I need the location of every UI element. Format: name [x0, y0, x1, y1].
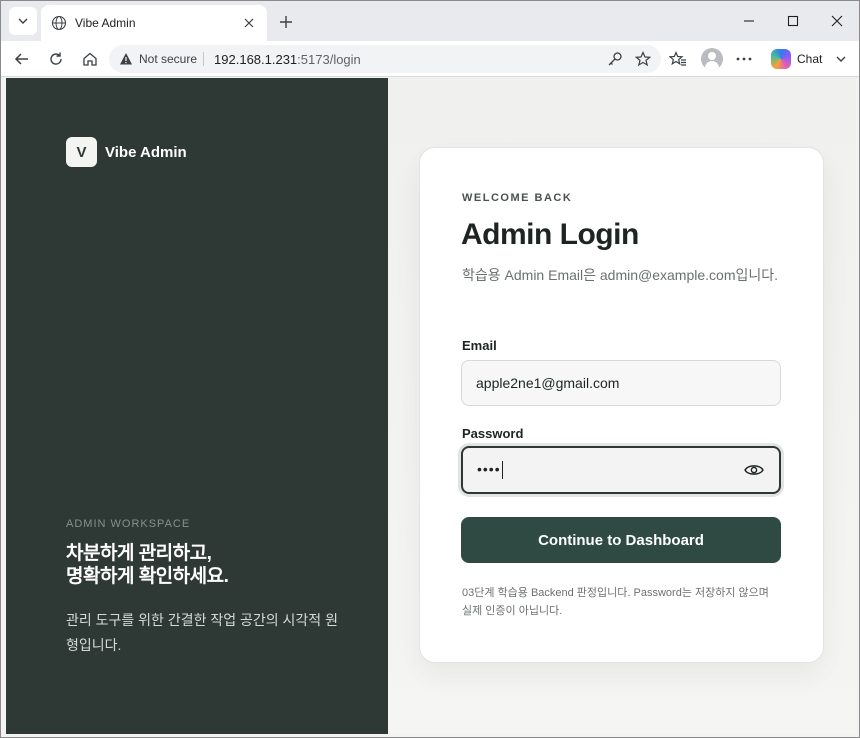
new-tab-button[interactable]	[275, 11, 297, 33]
profile-avatar[interactable]	[701, 48, 723, 70]
hero-tagline: 관리 도구를 위한 간결한 작업 공간의 시각적 원형입니다.	[66, 612, 338, 653]
login-card: WELCOME BACK Admin Login 학습용 Admin Email…	[419, 147, 824, 663]
welcome-eyebrow: WELCOME BACK	[462, 192, 573, 204]
security-label[interactable]: Not secure	[139, 52, 197, 66]
maximize-icon	[787, 15, 799, 27]
active-tab[interactable]: Vibe Admin	[41, 5, 267, 41]
chat-label: Chat	[797, 52, 823, 66]
avatar-body	[705, 61, 719, 70]
maximize-button[interactable]	[781, 9, 805, 33]
key-icon	[608, 52, 622, 66]
login-description: 학습용 Admin Email은 admin@example.com입니다.	[462, 267, 779, 283]
reload-icon	[50, 52, 62, 65]
tab-title: Vibe Admin	[75, 16, 136, 30]
hero-headline-line2: 명확하게 확인하세요.	[66, 566, 229, 587]
password-label: Password	[462, 426, 524, 441]
workspace-eyebrow: ADMIN WORKSPACE	[66, 518, 191, 530]
url-host: 192.168.1.231	[214, 51, 298, 67]
favorites-icon	[669, 51, 686, 66]
email-value: apple2ne1@gmail.com	[476, 375, 620, 391]
url-path: :5173/login	[297, 51, 361, 67]
browser-window: Vibe Admin Not secure 192.168.1.231:517…	[0, 0, 860, 738]
email-field[interactable]: apple2ne1@gmail.com	[461, 360, 781, 406]
password-value: ••••	[477, 460, 743, 480]
copilot-chat-button[interactable]: Chat	[765, 45, 855, 73]
page-viewport: V Vibe Admin ADMIN WORKSPACE 차분하게 관리하고, …	[6, 78, 856, 734]
more-menu-button[interactable]	[731, 46, 757, 72]
email-label: Email	[462, 338, 497, 353]
logo-badge: V	[66, 137, 97, 167]
close-icon	[244, 18, 254, 28]
close-icon	[831, 15, 843, 27]
page-title: Admin Login	[461, 218, 639, 251]
warning-icon	[120, 53, 132, 65]
hero-headline-line1: 차분하게 관리하고,	[66, 543, 212, 564]
home-icon	[83, 52, 97, 66]
globe-icon	[51, 15, 67, 31]
avatar-head	[708, 52, 716, 60]
chevron-down-icon	[836, 56, 846, 62]
tab-list-button[interactable]	[9, 7, 37, 35]
address-bar[interactable]: Not secure 192.168.1.231:5173/login	[109, 45, 661, 73]
back-button[interactable]	[9, 46, 35, 72]
password-masked: ••••	[477, 460, 501, 477]
more-icon	[736, 57, 752, 61]
divider	[203, 52, 205, 66]
plus-icon	[280, 16, 292, 28]
reload-button[interactable]	[43, 46, 69, 72]
bookmark-button[interactable]	[633, 49, 653, 69]
brand-panel: V Vibe Admin ADMIN WORKSPACE 차분하게 관리하고, …	[6, 78, 388, 734]
minimize-icon	[744, 20, 754, 22]
password-field[interactable]: ••••	[461, 446, 781, 494]
close-tab-button[interactable]	[241, 15, 257, 31]
minimize-button[interactable]	[737, 9, 761, 33]
chevron-down-icon	[18, 18, 28, 24]
login-footnote: 03단계 학습용 Backend 판정입니다. Password는 저장하지 않…	[462, 587, 769, 617]
favorites-button[interactable]	[665, 46, 691, 72]
text-caret	[501, 461, 503, 480]
show-password-button[interactable]	[743, 462, 765, 478]
brand-name: Vibe Admin	[105, 144, 187, 161]
eye-icon	[744, 465, 764, 475]
home-button[interactable]	[77, 46, 103, 72]
copilot-icon	[771, 49, 791, 69]
password-key-button[interactable]	[605, 49, 625, 69]
hero-headline: 차분하게 관리하고, 명확하게 확인하세요.	[66, 542, 366, 588]
star-icon	[635, 51, 651, 67]
close-window-button[interactable]	[825, 9, 849, 33]
tab-strip: Vibe Admin	[1, 1, 859, 41]
arrow-left-icon	[14, 53, 28, 65]
continue-button[interactable]: Continue to Dashboard	[461, 517, 781, 563]
